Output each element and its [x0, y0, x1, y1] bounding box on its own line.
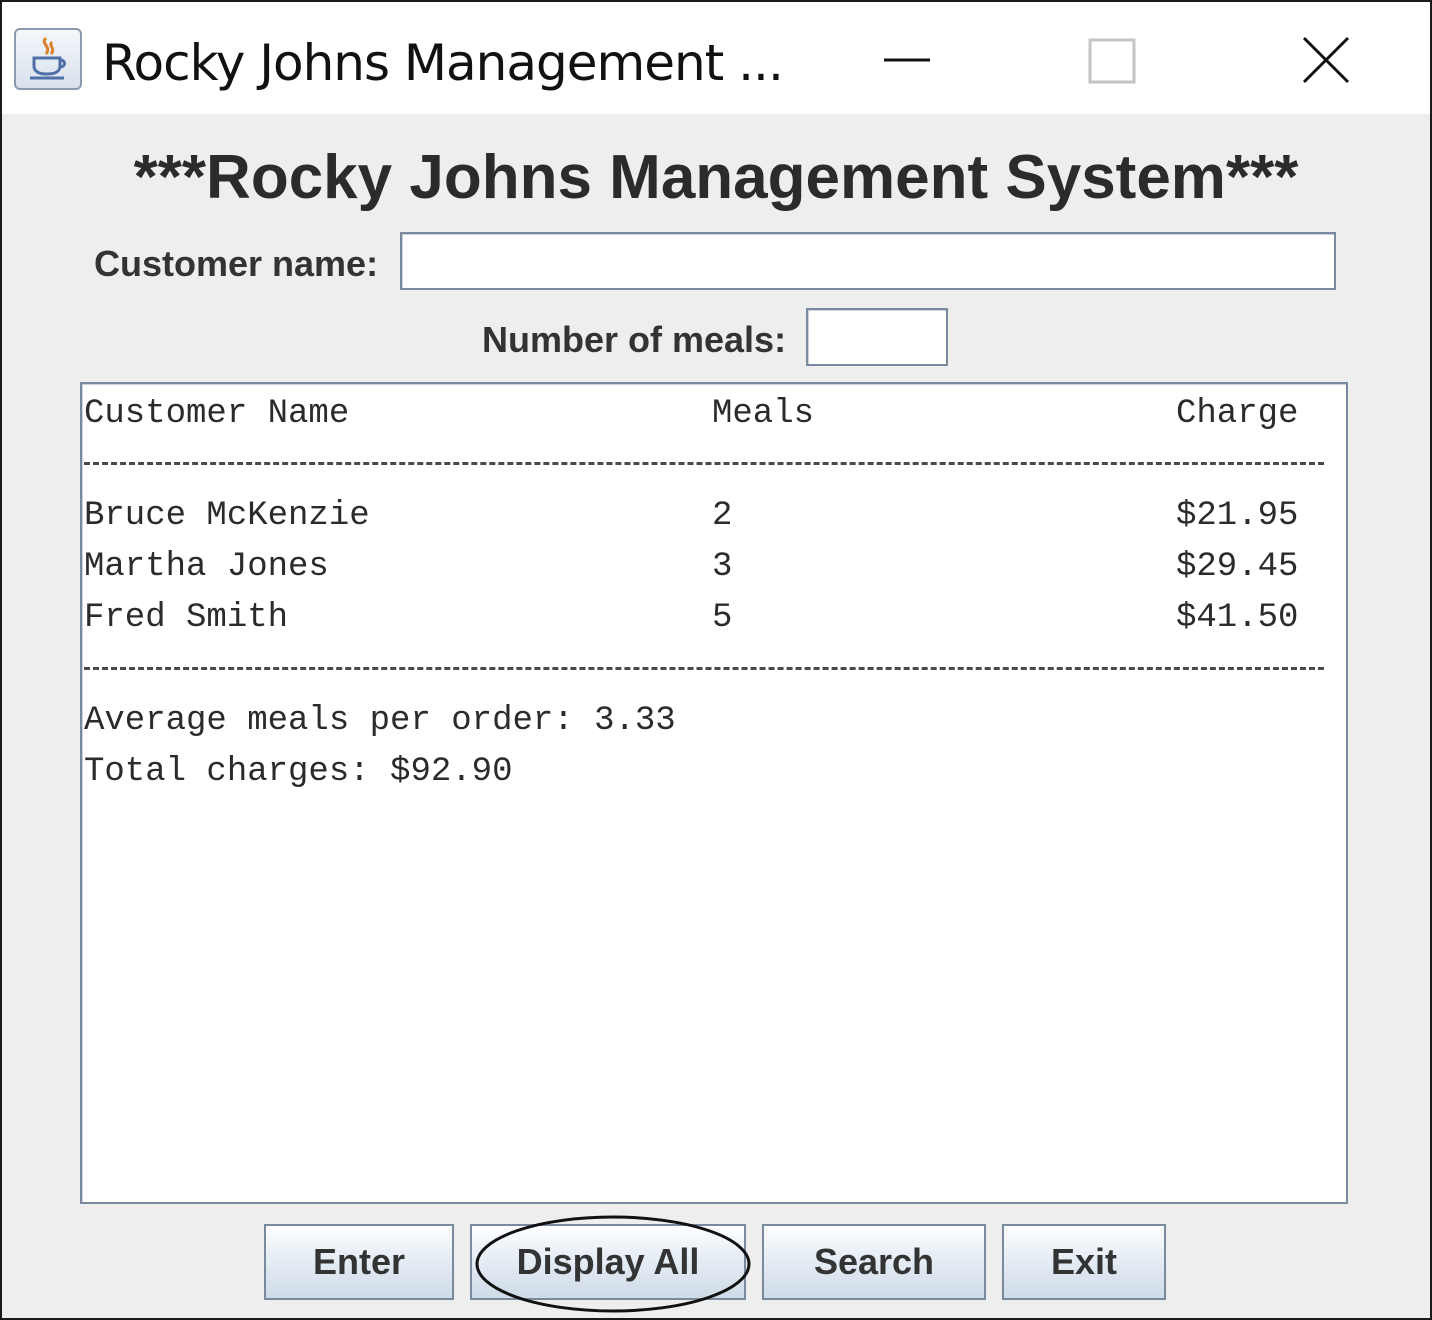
row-meals: 5 [712, 599, 733, 637]
row-customer-name: Bruce McKenzie [84, 497, 370, 535]
row-meals: 2 [712, 497, 733, 535]
header-meals: Meals [712, 395, 815, 433]
content-panel: ***Rocky Johns Management System*** Cust… [2, 114, 1430, 1318]
app-window: Rocky Johns Management ... ***Rocky John… [0, 0, 1432, 1320]
row-customer-name: Fred Smith [84, 599, 289, 637]
close-icon[interactable] [1288, 24, 1368, 104]
total-charges-line: Total charges: $92.90 [84, 753, 513, 791]
row-charge: $29.45 [1176, 548, 1299, 586]
meals-label: Number of meals: [482, 319, 787, 360]
row-customer-name: Martha Jones [84, 548, 329, 586]
header-customer-name: Customer Name [84, 395, 350, 433]
customer-name-label: Customer name: [94, 243, 379, 284]
display-all-button[interactable]: Display All [470, 1224, 746, 1300]
header-charge: Charge [1176, 395, 1299, 433]
output-text-area[interactable]: Customer Name Meals Charge Bruce McKenzi… [80, 382, 1348, 1204]
java-icon [14, 28, 82, 90]
divider-top [84, 462, 1324, 465]
average-meals-line: Average meals per order: 3.33 [84, 702, 676, 740]
row-charge: $21.95 [1176, 497, 1299, 535]
enter-button[interactable]: Enter [264, 1224, 454, 1300]
divider-bottom [84, 667, 1324, 670]
row-meals: 3 [712, 548, 733, 586]
minimize-icon[interactable] [868, 24, 948, 104]
search-button[interactable]: Search [762, 1224, 986, 1300]
page-title: ***Rocky Johns Management System*** [133, 143, 1299, 212]
title-bar[interactable]: Rocky Johns Management ... [2, 2, 1430, 114]
window-title: Rocky Johns Management ... [102, 34, 784, 92]
meals-input[interactable] [806, 308, 948, 366]
row-charge: $41.50 [1176, 599, 1299, 637]
maximize-icon[interactable] [1072, 24, 1152, 104]
customer-name-input[interactable] [400, 232, 1336, 290]
exit-button[interactable]: Exit [1002, 1224, 1166, 1300]
